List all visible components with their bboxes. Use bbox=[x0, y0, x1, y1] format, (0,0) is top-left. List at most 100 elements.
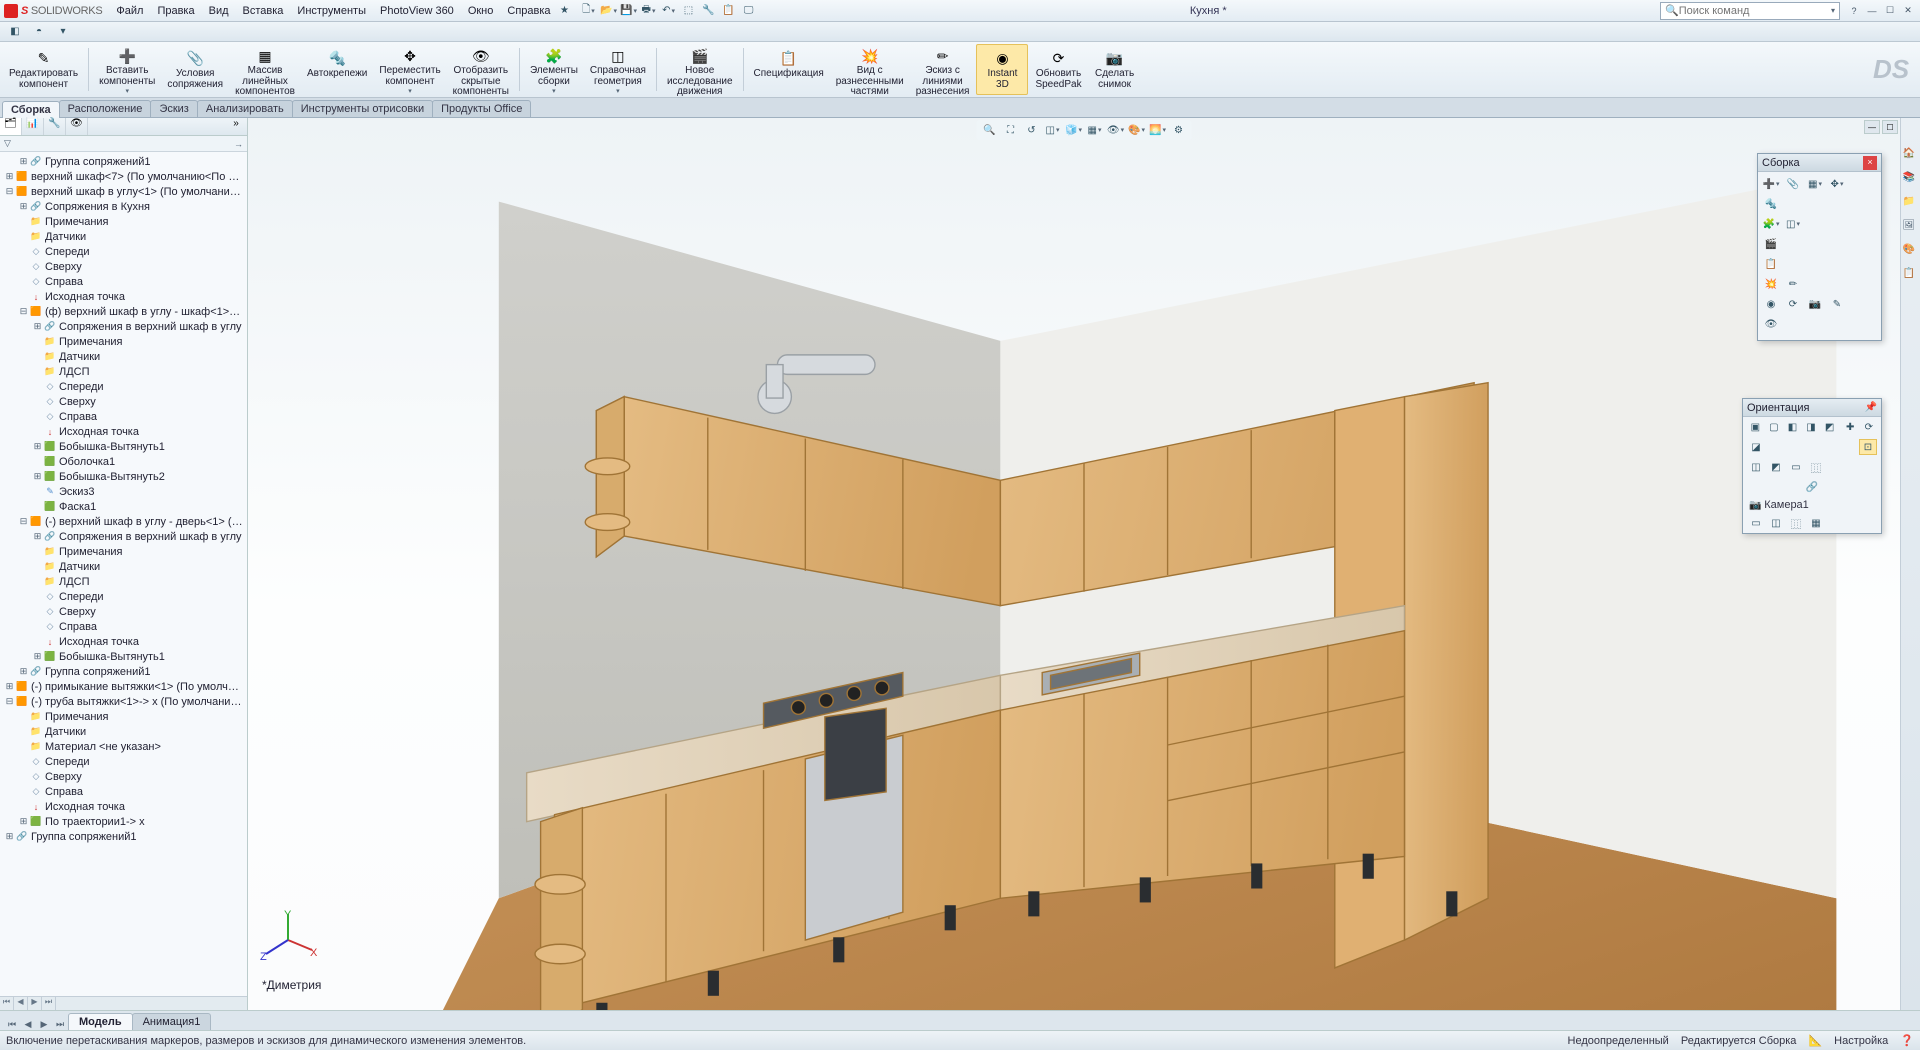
tabnav-prev-icon[interactable]: ◀ bbox=[20, 1019, 36, 1030]
ap-edit-icon[interactable]: ✎ bbox=[1828, 296, 1846, 312]
assembly-panel-close-icon[interactable]: × bbox=[1863, 156, 1877, 170]
menu-файл[interactable]: Файл bbox=[110, 3, 149, 19]
cmtab-продукты-office[interactable]: Продукты Office bbox=[432, 100, 531, 117]
print-icon[interactable]: 🖶 bbox=[641, 3, 657, 19]
ap-explode-icon[interactable]: 💥 bbox=[1762, 276, 1780, 292]
taskpane-fileexp-icon[interactable]: 📁 bbox=[1903, 196, 1919, 212]
tree-twisty-icon[interactable]: ⊞ bbox=[32, 321, 43, 332]
taskpane-view-icon[interactable]: 🖼 bbox=[1903, 220, 1919, 236]
tree-node[interactable]: ↓Исходная точка bbox=[0, 799, 247, 814]
rebuild-icon[interactable]: 🔧 bbox=[701, 3, 717, 19]
menu-инструменты[interactable]: Инструменты bbox=[291, 3, 372, 19]
doctab-модель[interactable]: Модель bbox=[68, 1013, 133, 1030]
tree-twisty-icon[interactable]: ⊟ bbox=[18, 516, 29, 527]
taskpane-home-icon[interactable]: 🏠 bbox=[1903, 148, 1919, 164]
minimize-icon[interactable]: — bbox=[1864, 4, 1880, 18]
tree-node[interactable]: ◇Сверху bbox=[0, 769, 247, 784]
ribbon-сделать[interactable]: 📷Сделатьснимок bbox=[1089, 44, 1141, 95]
tree-node[interactable]: ⊞🔗Сопряжения в верхний шкаф в углу bbox=[0, 529, 247, 544]
select-icon[interactable]: ⬚ bbox=[681, 3, 697, 19]
ribbon-dropdown-icon[interactable]: ▾ bbox=[616, 87, 620, 95]
taskpane-library-icon[interactable]: 📚 bbox=[1903, 172, 1919, 188]
ap-refgeom-icon[interactable]: ◫ bbox=[1784, 216, 1802, 232]
tree-twisty-icon[interactable]: ⊞ bbox=[4, 681, 15, 692]
tree-twisty-icon[interactable]: ⊟ bbox=[4, 186, 15, 197]
ap-move-icon[interactable]: ✥ bbox=[1828, 176, 1846, 192]
tree-node[interactable]: 📁Материал <не указан> bbox=[0, 739, 247, 754]
orient-left-icon[interactable]: ◧ bbox=[1784, 419, 1801, 435]
ap-smart-icon[interactable]: 🔩 bbox=[1762, 196, 1780, 212]
orient-new-icon[interactable]: ✚ bbox=[1842, 419, 1859, 435]
ribbon-обновить[interactable]: ⟳ОбновитьSpeedPak bbox=[1030, 44, 1086, 95]
tree-tab-display-icon[interactable]: 👁 bbox=[66, 118, 88, 135]
tree-node[interactable]: ⊞🔗Сопряжения в Кухня bbox=[0, 199, 247, 214]
help-glyph-icon[interactable]: ★ bbox=[557, 3, 573, 19]
cmtab-анализировать[interactable]: Анализировать bbox=[197, 100, 293, 117]
tree-node[interactable]: 📁Датчики bbox=[0, 559, 247, 574]
taskpane-property-icon[interactable]: 📋 bbox=[1903, 268, 1919, 284]
tree-twisty-icon[interactable]: ⊞ bbox=[4, 831, 15, 842]
ribbon-элементы[interactable]: 🧩Элементысборки▾ bbox=[525, 44, 583, 95]
ribbon-переместить[interactable]: ✥Переместитькомпонент▾ bbox=[374, 44, 445, 95]
orient-front-icon[interactable]: ▣ bbox=[1747, 419, 1764, 435]
tree-node[interactable]: ⊟🟧(ф) верхний шкаф в углу - шкаф<1> (По … bbox=[0, 304, 247, 319]
ap-snapshot-icon[interactable]: 📷 bbox=[1806, 296, 1824, 312]
filter-arrow-icon[interactable]: → bbox=[234, 139, 243, 149]
filter-funnel-icon[interactable]: ▽ bbox=[4, 138, 11, 149]
tree-node[interactable]: 📁Примечания bbox=[0, 544, 247, 559]
help-icon[interactable]: ? bbox=[1846, 4, 1862, 18]
tabnav-first-icon[interactable]: ⏮ bbox=[4, 1019, 20, 1030]
tree-node[interactable]: 📁Датчики bbox=[0, 349, 247, 364]
tree-tab-property-icon[interactable]: 📊 bbox=[22, 118, 44, 135]
tree-node[interactable]: ◇Спереди bbox=[0, 379, 247, 394]
tabnav-last-icon[interactable]: ⏭ bbox=[52, 1019, 68, 1030]
orient-2h-icon[interactable]: ⿲ bbox=[1807, 459, 1825, 475]
orient-normal-icon[interactable]: ⊡ bbox=[1859, 439, 1877, 455]
ap-insert-icon[interactable]: ➕ bbox=[1762, 176, 1780, 192]
tree-twisty-icon[interactable]: ⊞ bbox=[18, 156, 29, 167]
ap-pattern-icon[interactable]: ▦ bbox=[1806, 176, 1824, 192]
graphics-viewport[interactable]: 🔍 ⛶ ↺ ◫ 🧊 ▦ 👁 🎨 🌅 ⚙ — ☐ ✕ bbox=[248, 118, 1920, 1010]
tree-node[interactable]: ⊞🟩Бобышка-Вытянуть1 bbox=[0, 649, 247, 664]
tree-twisty-icon[interactable]: ⊞ bbox=[18, 666, 29, 677]
search-input[interactable] bbox=[1679, 5, 1831, 17]
taskpane-appearance-icon[interactable]: 🎨 bbox=[1903, 244, 1919, 260]
orient-vp2-icon[interactable]: ◫ bbox=[1767, 515, 1785, 531]
tree-node[interactable]: ↓Исходная точка bbox=[0, 289, 247, 304]
ap-feat-icon[interactable]: 🧩 bbox=[1762, 216, 1780, 232]
tree-scroll-first-icon[interactable]: ⏮ bbox=[0, 997, 14, 1010]
orient-top-icon[interactable]: ◩ bbox=[1821, 419, 1838, 435]
menu-photoview-360[interactable]: PhotoView 360 bbox=[374, 3, 460, 19]
tree-twisty-icon[interactable]: ⊞ bbox=[32, 531, 43, 542]
orientation-triad[interactable]: X Y Z bbox=[258, 910, 318, 970]
ribbon-вид-с[interactable]: 💥Вид сразнесеннымичастями bbox=[831, 44, 909, 95]
tree-node[interactable]: ◇Справа bbox=[0, 274, 247, 289]
maximize-icon[interactable]: ☐ bbox=[1882, 4, 1898, 18]
ribbon-условия[interactable]: 📎Условиясопряжения bbox=[162, 44, 228, 95]
ribbon-dropdown-icon[interactable]: ▾ bbox=[552, 87, 556, 95]
tree-node[interactable]: ◇Спереди bbox=[0, 244, 247, 259]
tree-node[interactable]: 🟩Фаска1 bbox=[0, 499, 247, 514]
tree-node[interactable]: ⊞🟩Бобышка-Вытянуть1 bbox=[0, 439, 247, 454]
ribbon-новое[interactable]: 🎬Новоеисследованиедвижения bbox=[662, 44, 738, 95]
status-flag-icon[interactable]: ❓ bbox=[1900, 1034, 1914, 1047]
tree-twisty-icon[interactable]: ⊞ bbox=[32, 471, 43, 482]
tree-node[interactable]: ◇Справа bbox=[0, 409, 247, 424]
tree-node[interactable]: ◇Спереди bbox=[0, 589, 247, 604]
tree-node[interactable]: ⊞🟩Бобышка-Вытянуть2 bbox=[0, 469, 247, 484]
tree-node[interactable]: 🟩Оболочка1 bbox=[0, 454, 247, 469]
tree-scroll-prev-icon[interactable]: ◀ bbox=[14, 997, 28, 1010]
ap-show-icon[interactable]: 👁 bbox=[1762, 316, 1780, 332]
tree-node[interactable]: ⊞🔗Группа сопряжений1 bbox=[0, 829, 247, 844]
tree-node[interactable]: ✎Эскиз3 bbox=[0, 484, 247, 499]
assembly-panel-title[interactable]: Сборка × bbox=[1758, 154, 1881, 172]
status-unit-icon[interactable]: 📐 bbox=[1808, 1034, 1822, 1047]
close-icon[interactable]: ✕ bbox=[1900, 4, 1916, 18]
tree-node[interactable]: ◇Справа bbox=[0, 619, 247, 634]
qt-more-icon[interactable]: ▾ bbox=[54, 24, 72, 40]
tree-node[interactable]: ↓Исходная точка bbox=[0, 424, 247, 439]
orientation-panel-title[interactable]: Ориентация 📌 bbox=[1743, 399, 1881, 417]
tree-node[interactable]: ◇Сверху bbox=[0, 259, 247, 274]
tree-node[interactable]: ◇Сверху bbox=[0, 604, 247, 619]
tree-node[interactable]: ⊟🟧верхний шкаф в углу<1> (По умолчанию<П… bbox=[0, 184, 247, 199]
